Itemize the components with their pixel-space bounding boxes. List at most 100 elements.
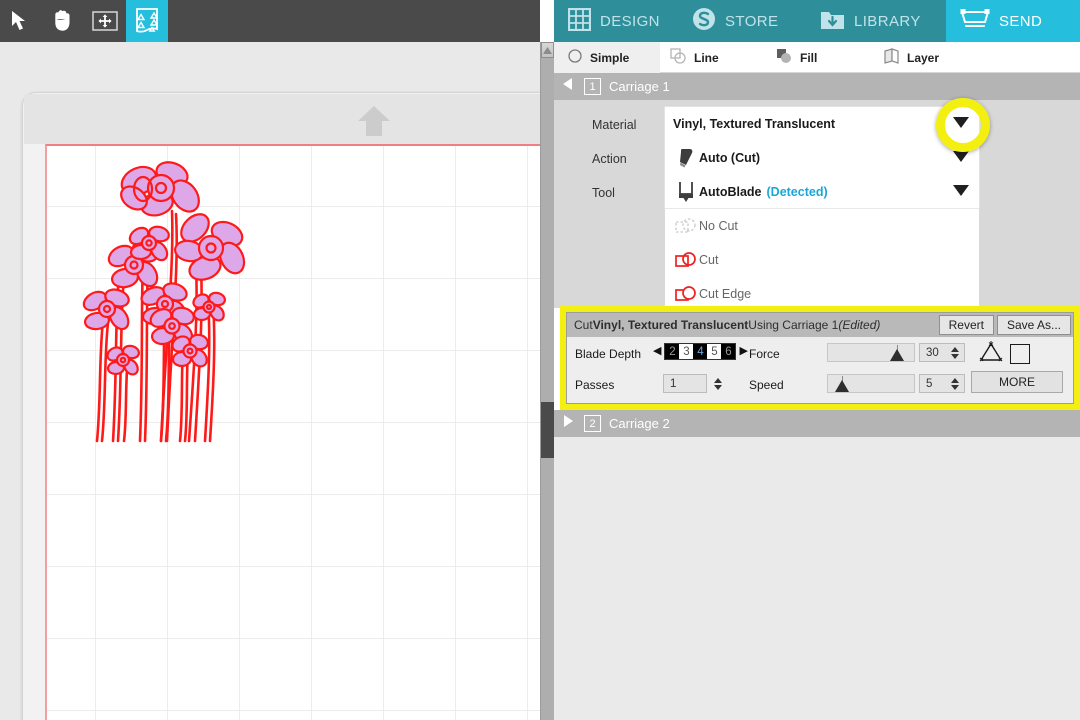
carriage-1-number: 1 bbox=[584, 78, 601, 95]
pan-hand-icon[interactable] bbox=[42, 0, 84, 42]
carriage-1-header[interactable]: 1 Carriage 1 bbox=[554, 73, 1080, 100]
fill-shapes-icon bbox=[776, 48, 792, 67]
cut-title-state: (Edited) bbox=[838, 318, 881, 332]
menu-label-design: DESIGN bbox=[600, 12, 660, 30]
blade-depth-tick-5[interactable]: 5 bbox=[707, 344, 722, 359]
autoblade-icon bbox=[673, 181, 699, 203]
force-spin-up-icon[interactable] bbox=[951, 346, 959, 352]
tab-label-simple: Simple bbox=[590, 50, 630, 65]
tab-label-line: Line bbox=[694, 50, 719, 65]
cut-title-middle: Using Carriage 1 bbox=[748, 318, 839, 332]
action-row[interactable]: Auto (Cut) bbox=[665, 141, 979, 175]
canvas-vertical-scrollbar[interactable] bbox=[540, 42, 554, 720]
blade-depth-tick-4[interactable]: 4 bbox=[693, 344, 708, 359]
menu-label-library: LIBRARY bbox=[854, 12, 921, 30]
mat-sheet bbox=[45, 144, 540, 720]
menu-item-send[interactable]: SEND bbox=[946, 0, 1080, 42]
speed-spin-down-icon[interactable] bbox=[951, 384, 959, 390]
tool-row[interactable]: AutoBlade (Detected) bbox=[665, 175, 979, 209]
blade-depth-tick-3[interactable]: 3 bbox=[679, 344, 694, 359]
left-toolbar bbox=[0, 0, 540, 42]
highlight-ring-material-caret bbox=[936, 98, 990, 152]
flowers-design[interactable] bbox=[77, 156, 257, 451]
application-window: DESIGN STORE LIBRARY SEND Simple Line Fi… bbox=[0, 0, 1080, 720]
tab-layer[interactable]: Layer bbox=[872, 42, 978, 73]
scrollbar-thumb[interactable] bbox=[541, 402, 554, 458]
cutting-mat bbox=[22, 92, 540, 720]
blade-depth-decrease-icon[interactable]: ◀ bbox=[653, 346, 661, 357]
passes-value: 1 bbox=[670, 377, 677, 390]
carriage-2-label: Carriage 2 bbox=[609, 416, 670, 431]
cut-settings-title-bar: Cut Vinyl, Textured Translucent Using Ca… bbox=[567, 313, 1073, 337]
select-arrow-icon[interactable] bbox=[0, 0, 42, 42]
speed-label: Speed bbox=[749, 378, 784, 392]
send-cutter-icon bbox=[960, 8, 990, 34]
dropdown-option-cut[interactable]: Cut bbox=[665, 243, 979, 277]
tool-dropdown-caret[interactable] bbox=[953, 183, 969, 201]
cut-edge-icon bbox=[673, 285, 699, 303]
triangle-outline-icon[interactable] bbox=[979, 341, 1003, 367]
force-spin-down-icon[interactable] bbox=[951, 353, 959, 359]
send-subtabs: Simple Line Fill Layer bbox=[554, 42, 1080, 73]
tab-label-layer: Layer bbox=[907, 50, 940, 65]
tab-fill[interactable]: Fill bbox=[766, 42, 872, 73]
force-value: 30 bbox=[926, 346, 939, 359]
menu-item-store[interactable]: STORE bbox=[678, 0, 806, 42]
menu-item-library[interactable]: LIBRARY bbox=[806, 0, 946, 42]
design-canvas[interactable] bbox=[0, 42, 540, 720]
radio-circle-icon bbox=[568, 49, 582, 66]
no-cut-icon bbox=[673, 217, 699, 235]
material-row[interactable]: Vinyl, Textured Translucent bbox=[665, 107, 979, 141]
action-dropdown-list[interactable]: No Cut Cut Cut Edge bbox=[664, 208, 980, 312]
blade-depth-increase-icon[interactable]: ▶ bbox=[739, 346, 747, 357]
blade-depth-ticks[interactable]: 2 3 4 5 6 bbox=[664, 343, 737, 360]
expand-triangle-icon[interactable] bbox=[560, 413, 576, 434]
passes-spin-down-icon[interactable] bbox=[714, 384, 722, 390]
cut-settings-controls: Blade Depth ◀ 2 3 4 5 6 ▶ Passes 1 Force… bbox=[567, 337, 1073, 405]
menu-item-design[interactable]: DESIGN bbox=[554, 0, 678, 42]
panel-empty-area bbox=[554, 437, 1080, 720]
save-as-button[interactable]: Save As... bbox=[996, 315, 1071, 335]
action-value: Auto (Cut) bbox=[699, 151, 761, 165]
more-button[interactable]: MORE bbox=[971, 371, 1063, 393]
collapse-triangle-icon[interactable] bbox=[560, 76, 576, 97]
store-s-icon bbox=[692, 7, 716, 35]
speed-spin-up-icon[interactable] bbox=[951, 377, 959, 383]
force-slider[interactable] bbox=[827, 343, 915, 362]
cut-title-material: Vinyl, Textured Translucent bbox=[592, 318, 749, 332]
force-spinner[interactable] bbox=[949, 343, 961, 362]
tool-value: AutoBlade bbox=[699, 185, 762, 199]
passes-field[interactable]: 1 bbox=[663, 374, 707, 393]
dropdown-option-no-cut[interactable]: No Cut bbox=[665, 209, 979, 243]
tab-simple[interactable]: Simple bbox=[554, 42, 660, 73]
dropdown-label-cut-edge: Cut Edge bbox=[699, 287, 752, 301]
menu-label-store: STORE bbox=[725, 12, 779, 30]
passes-spinner[interactable] bbox=[712, 374, 724, 393]
cut-title-prefix: Cut bbox=[574, 318, 593, 332]
scroll-up-arrow-icon[interactable] bbox=[541, 42, 554, 58]
dropdown-label-cut: Cut bbox=[699, 253, 719, 267]
move-icon[interactable] bbox=[84, 0, 126, 42]
carriage-1-settings: Material Action Tool Vinyl, Textured Tra… bbox=[554, 100, 1080, 312]
cut-shape-toggles bbox=[979, 341, 1030, 367]
speed-slider[interactable] bbox=[827, 374, 915, 393]
tool-detected-status: (Detected) bbox=[766, 185, 828, 199]
force-slider-thumb[interactable] bbox=[890, 349, 904, 361]
blade-depth-tick-6[interactable]: 6 bbox=[721, 344, 735, 359]
tab-line[interactable]: Line bbox=[660, 42, 766, 73]
speed-slider-thumb[interactable] bbox=[835, 380, 849, 392]
square-outline-icon[interactable] bbox=[1010, 344, 1030, 364]
blade-depth-stepper[interactable]: ◀ 2 3 4 5 6 ▶ bbox=[653, 343, 748, 360]
design-page-icon[interactable] bbox=[126, 0, 168, 42]
layer-cube-icon bbox=[884, 48, 899, 67]
passes-spin-up-icon[interactable] bbox=[714, 377, 722, 383]
mat-header-strip bbox=[24, 94, 540, 144]
settings-card: Vinyl, Textured Translucent Auto (Cut) A… bbox=[664, 106, 980, 210]
force-label: Force bbox=[749, 347, 780, 361]
revert-button[interactable]: Revert bbox=[938, 315, 994, 335]
carriage-2-header[interactable]: 2 Carriage 2 bbox=[554, 410, 1080, 437]
blade-depth-label: Blade Depth bbox=[575, 347, 642, 361]
carriage-2-number: 2 bbox=[584, 415, 601, 432]
speed-spinner[interactable] bbox=[949, 374, 961, 393]
blade-depth-tick-2[interactable]: 2 bbox=[665, 344, 679, 359]
